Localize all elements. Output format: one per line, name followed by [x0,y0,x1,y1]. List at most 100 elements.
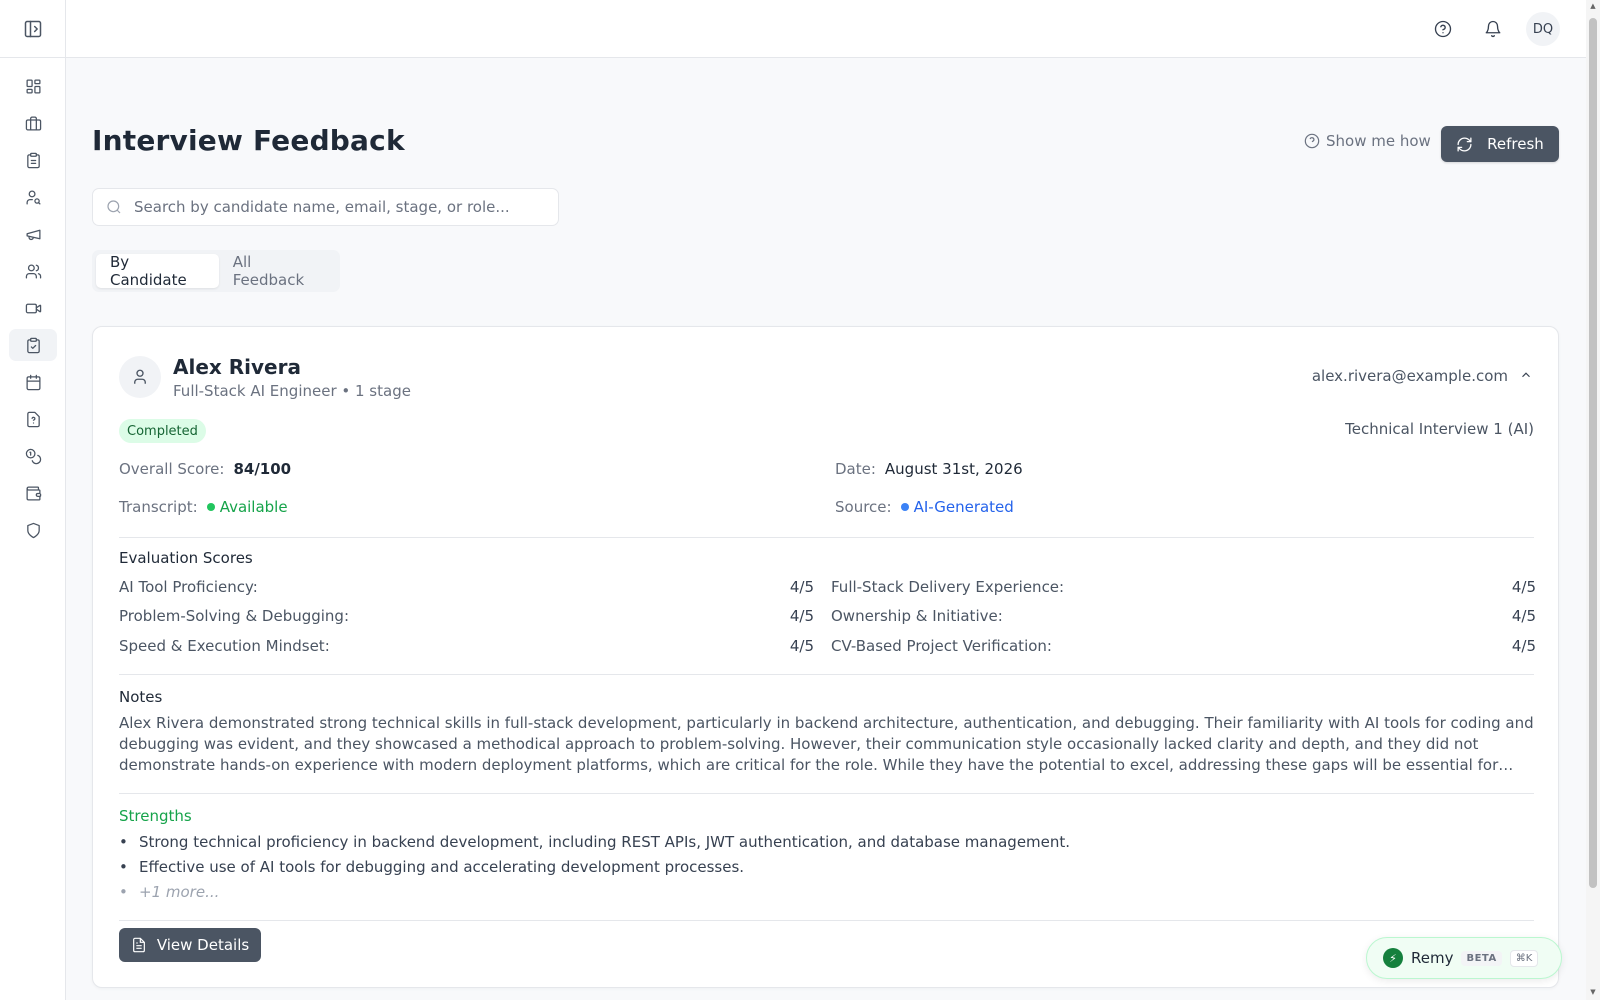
sidebar-item-team[interactable] [9,255,57,287]
coins-icon [25,448,41,464]
wallet-icon [25,485,41,501]
candidate-name: Alex Rivera [173,355,301,379]
notes-text: Alex Rivera demonstrated strong technica… [119,714,1534,774]
sidebar-item-calendar[interactable] [9,366,57,398]
tab-by-candidate[interactable]: By Candidate [96,253,219,289]
sidebar-item-applications[interactable] [9,144,57,176]
sidebar-nav [0,65,66,546]
assistant-launcher[interactable]: ⚡ Remy BETA ⌘K [1366,937,1562,979]
sidebar-item-dashboard[interactable] [9,70,57,102]
list-item: Effective use of AI tools for debugging … [119,855,1536,880]
search-icon [107,200,121,214]
file-text-icon [132,937,145,953]
show-me-how-link[interactable]: Show me how [1304,132,1431,150]
score-label: Full-Stack Delivery Experience: [831,578,1065,596]
transcript-value[interactable]: Available [220,498,288,516]
page-title: Interview Feedback [92,124,405,157]
scroll-down-arrow-icon[interactable]: ▼ [1589,988,1597,998]
help-circle-icon [1434,20,1452,38]
sidebar-item-interviews[interactable] [9,292,57,324]
candidate-email: alex.rivera@example.com [1311,367,1508,385]
sidebar-item-questions[interactable] [9,403,57,435]
search-input[interactable] [134,198,554,216]
shortcut-hint: ⌘K [1509,949,1539,967]
sidebar [0,0,66,1000]
status-badge: Completed [119,419,206,443]
divider [119,537,1534,538]
strengths-title: Strengths [119,807,192,825]
calendar-icon [25,374,41,390]
score-label: Ownership & Initiative: [831,607,1003,625]
score-label: Problem-Solving & Debugging: [119,607,350,625]
remy-logo-icon: ⚡ [1383,948,1403,968]
clipboard-icon [26,152,40,168]
strengths-list: Strong technical proficiency in backend … [119,830,1536,905]
help-button[interactable] [1429,15,1457,43]
source-label: Source: [835,498,892,516]
score-row: Speed & Execution Mindset: 4/5 [119,637,814,655]
source-field: Source: AI-Generated [835,498,1014,516]
score-label: CV-Based Project Verification: [831,637,1052,655]
date-value: August 31st, 2026 [884,460,1023,478]
refresh-label: Refresh [1487,135,1544,153]
score-label: Speed & Execution Mindset: [119,637,330,655]
transcript-label: Transcript: [119,498,198,516]
scrollbar-thumb[interactable] [1589,18,1597,888]
score-row: Full-Stack Delivery Experience: 4/5 [831,578,1536,596]
evaluation-title: Evaluation Scores [119,549,253,567]
score-value: 4/5 [1511,578,1536,596]
sidebar-item-billing[interactable] [9,477,57,509]
score-value: 4/5 [789,607,814,625]
interview-stage: Technical Interview 1 (AI) [1345,420,1534,438]
source-dot-icon [900,503,909,511]
available-dot-icon [206,503,215,511]
panel-left-icon [24,20,42,38]
sidebar-item-security[interactable] [9,514,57,546]
shield-icon [26,522,40,538]
file-question-icon [26,411,40,427]
bell-icon [1485,20,1501,38]
score-value: 4/5 [1511,607,1536,625]
score-row: Ownership & Initiative: 4/5 [831,607,1536,625]
overall-score-value: 84/100 [233,460,292,478]
score-label: AI Tool Proficiency: [119,578,258,596]
sidebar-item-candidates[interactable] [9,181,57,213]
assistant-name: Remy [1411,949,1454,967]
user-avatar[interactable]: DQ [1526,12,1560,46]
chevron-up-icon [1522,372,1530,378]
divider [119,920,1534,921]
search-box [92,188,559,226]
user-search-icon [25,189,41,205]
users-icon [25,263,41,279]
score-row: AI Tool Proficiency: 4/5 [119,578,814,596]
date-label: Date: [835,460,876,478]
score-row: Problem-Solving & Debugging: 4/5 [119,607,814,625]
notifications-button[interactable] [1479,15,1507,43]
view-details-button[interactable]: View Details [119,928,261,962]
sidebar-item-credits[interactable] [9,440,57,472]
tab-all-feedback[interactable]: All Feedback [219,253,336,289]
clipboard-check-icon [26,337,40,353]
sidebar-item-interview-feedback[interactable] [9,329,57,361]
user-icon [134,369,146,384]
overall-score-label: Overall Score: [119,460,225,478]
source-value: AI-Generated [913,498,1014,516]
page-scrollbar[interactable]: ▲ ▼ [1586,0,1600,1000]
candidate-card: Alex Rivera Full-Stack AI Engineer • 1 s… [92,326,1559,988]
view-tabs: By Candidate All Feedback [92,250,340,292]
transcript-field: Transcript: Available [119,498,288,516]
collapse-button[interactable] [1516,365,1536,385]
notes-title: Notes [119,688,163,706]
refresh-button[interactable]: Refresh [1441,126,1559,162]
more-strengths-link[interactable]: +1 more... [119,880,1536,905]
divider [119,793,1534,794]
score-value: 4/5 [1511,637,1536,655]
sidebar-item-campaigns[interactable] [9,218,57,250]
grid-icon [25,78,41,94]
sidebar-toggle-button[interactable] [21,17,45,41]
scroll-up-arrow-icon[interactable]: ▲ [1589,2,1597,12]
sidebar-item-jobs[interactable] [9,107,57,139]
score-value: 4/5 [789,578,814,596]
show-me-how-label: Show me how [1326,132,1431,150]
beta-badge: BETA [1461,950,1502,966]
